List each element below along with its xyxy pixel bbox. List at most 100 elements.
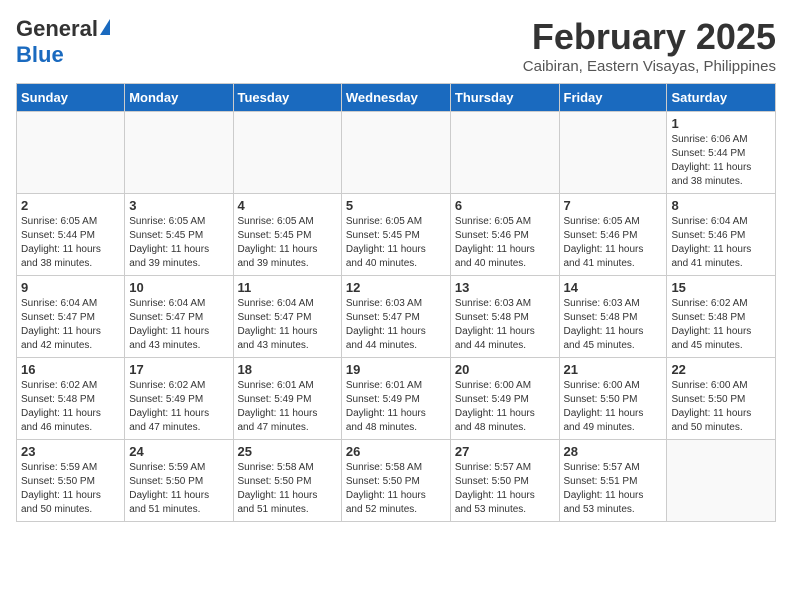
calendar-week-row: 9 Sunrise: 6:04 AMSunset: 5:47 PMDaylight… <box>17 276 776 358</box>
day-number: 21 <box>564 362 663 377</box>
day-info: Sunrise: 6:05 AMSunset: 5:44 PMDaylight:… <box>21 215 120 271</box>
day-number: 11 <box>238 280 337 295</box>
day-number: 18 <box>238 362 337 377</box>
day-number: 14 <box>564 280 663 295</box>
day-info: Sunrise: 6:02 AMSunset: 5:48 PMDaylight:… <box>671 297 771 353</box>
day-number: 6 <box>455 198 555 213</box>
day-info: Sunrise: 6:04 AMSunset: 5:47 PMDaylight:… <box>129 297 228 353</box>
logo: General Blue <box>16 16 110 68</box>
day-info: Sunrise: 6:05 AMSunset: 5:46 PMDaylight:… <box>455 215 555 271</box>
day-info: Sunrise: 6:03 AMSunset: 5:48 PMDaylight:… <box>455 297 555 353</box>
calendar-cell: 10 Sunrise: 6:04 AMSunset: 5:47 PMDayligh… <box>125 276 233 358</box>
calendar-week-row: 23 Sunrise: 5:59 AMSunset: 5:50 PMDayligh… <box>17 440 776 522</box>
day-number: 5 <box>346 198 446 213</box>
day-number: 24 <box>129 444 228 459</box>
calendar-cell: 24 Sunrise: 5:59 AMSunset: 5:50 PMDayligh… <box>125 440 233 522</box>
calendar-cell: 8Sunrise: 6:04 AMSunset: 5:46 PMDaylight… <box>667 194 776 276</box>
calendar-cell: 12Sunrise: 6:03 AMSunset: 5:47 PMDayligh… <box>341 276 450 358</box>
day-number: 23 <box>21 444 120 459</box>
calendar-cell <box>450 112 559 194</box>
calendar-cell <box>341 112 450 194</box>
calendar-cell: 23 Sunrise: 5:59 AMSunset: 5:50 PMDayligh… <box>17 440 125 522</box>
calendar-cell: 16 Sunrise: 6:02 AMSunset: 5:48 PMDayligh… <box>17 358 125 440</box>
calendar-cell: 2 Sunrise: 6:05 AMSunset: 5:44 PMDaylight… <box>17 194 125 276</box>
calendar-week-row: 16 Sunrise: 6:02 AMSunset: 5:48 PMDayligh… <box>17 358 776 440</box>
calendar-cell: 13 Sunrise: 6:03 AMSunset: 5:48 PMDayligh… <box>450 276 559 358</box>
day-info: Sunrise: 6:01 AMSunset: 5:49 PMDaylight:… <box>346 379 446 435</box>
day-info: Sunrise: 6:05 AMSunset: 5:46 PMDaylight:… <box>564 215 663 271</box>
day-info: Sunrise: 5:58 AMSunset: 5:50 PMDaylight:… <box>346 461 446 517</box>
day-number: 7 <box>564 198 663 213</box>
logo-blue-text: Blue <box>16 42 64 68</box>
day-info: Sunrise: 6:00 AMSunset: 5:50 PMDaylight:… <box>671 379 771 435</box>
day-number: 8 <box>671 198 771 213</box>
day-info: Sunrise: 6:00 AMSunset: 5:49 PMDaylight:… <box>455 379 555 435</box>
day-info: Sunrise: 6:06 AMSunset: 5:44 PMDaylight:… <box>671 133 771 189</box>
calendar-cell: 5Sunrise: 6:05 AMSunset: 5:45 PMDaylight… <box>341 194 450 276</box>
calendar-body: 1 Sunrise: 6:06 AMSunset: 5:44 PMDaylight… <box>17 112 776 522</box>
day-of-week-header: Friday <box>559 84 667 112</box>
day-of-week-header: Wednesday <box>341 84 450 112</box>
day-of-week-header: Sunday <box>17 84 125 112</box>
calendar-cell: 19 Sunrise: 6:01 AMSunset: 5:49 PMDayligh… <box>341 358 450 440</box>
day-of-week-header: Thursday <box>450 84 559 112</box>
calendar-cell: 3 Sunrise: 6:05 AMSunset: 5:45 PMDaylight… <box>125 194 233 276</box>
day-info: Sunrise: 5:59 AMSunset: 5:50 PMDaylight:… <box>21 461 120 517</box>
day-number: 22 <box>671 362 771 377</box>
day-number: 9 <box>21 280 120 295</box>
day-info: Sunrise: 6:02 AMSunset: 5:49 PMDaylight:… <box>129 379 228 435</box>
day-number: 26 <box>346 444 446 459</box>
day-number: 13 <box>455 280 555 295</box>
calendar-table: SundayMondayTuesdayWednesdayThursdayFrid… <box>16 83 776 522</box>
calendar-cell <box>125 112 233 194</box>
day-info: Sunrise: 6:00 AMSunset: 5:50 PMDaylight:… <box>564 379 663 435</box>
calendar-cell: 7 Sunrise: 6:05 AMSunset: 5:46 PMDaylight… <box>559 194 667 276</box>
day-number: 2 <box>21 198 120 213</box>
month-year-title: February 2025 <box>523 16 776 58</box>
calendar-header: SundayMondayTuesdayWednesdayThursdayFrid… <box>17 84 776 112</box>
title-section: February 2025 Caibiran, Eastern Visayas,… <box>523 16 776 75</box>
logo-general-text: General <box>16 16 98 42</box>
calendar-cell: 22 Sunrise: 6:00 AMSunset: 5:50 PMDayligh… <box>667 358 776 440</box>
calendar-cell: 9 Sunrise: 6:04 AMSunset: 5:47 PMDaylight… <box>17 276 125 358</box>
logo-triangle-icon <box>100 19 110 35</box>
day-info: Sunrise: 5:58 AMSunset: 5:50 PMDaylight:… <box>238 461 337 517</box>
calendar-cell: 1 Sunrise: 6:06 AMSunset: 5:44 PMDaylight… <box>667 112 776 194</box>
days-of-week-row: SundayMondayTuesdayWednesdayThursdayFrid… <box>17 84 776 112</box>
calendar-cell: 27Sunrise: 5:57 AMSunset: 5:50 PMDayligh… <box>450 440 559 522</box>
calendar-cell: 11 Sunrise: 6:04 AMSunset: 5:47 PMDayligh… <box>233 276 341 358</box>
day-number: 15 <box>671 280 771 295</box>
calendar-week-row: 1 Sunrise: 6:06 AMSunset: 5:44 PMDaylight… <box>17 112 776 194</box>
page-header: General Blue February 2025 Caibiran, Eas… <box>16 16 776 75</box>
calendar-cell: 21 Sunrise: 6:00 AMSunset: 5:50 PMDayligh… <box>559 358 667 440</box>
day-number: 25 <box>238 444 337 459</box>
calendar-cell: 17 Sunrise: 6:02 AMSunset: 5:49 PMDayligh… <box>125 358 233 440</box>
day-of-week-header: Tuesday <box>233 84 341 112</box>
day-number: 3 <box>129 198 228 213</box>
day-number: 4 <box>238 198 337 213</box>
day-info: Sunrise: 5:59 AMSunset: 5:50 PMDaylight:… <box>129 461 228 517</box>
day-info: Sunrise: 6:04 AMSunset: 5:47 PMDaylight:… <box>21 297 120 353</box>
day-number: 17 <box>129 362 228 377</box>
calendar-cell: 18Sunrise: 6:01 AMSunset: 5:49 PMDayligh… <box>233 358 341 440</box>
day-info: Sunrise: 6:02 AMSunset: 5:48 PMDaylight:… <box>21 379 120 435</box>
day-number: 16 <box>21 362 120 377</box>
calendar-cell <box>559 112 667 194</box>
day-number: 10 <box>129 280 228 295</box>
day-info: Sunrise: 6:05 AMSunset: 5:45 PMDaylight:… <box>238 215 337 271</box>
calendar-cell <box>233 112 341 194</box>
day-number: 28 <box>564 444 663 459</box>
calendar-cell: 6 Sunrise: 6:05 AMSunset: 5:46 PMDaylight… <box>450 194 559 276</box>
day-info: Sunrise: 6:04 AMSunset: 5:47 PMDaylight:… <box>238 297 337 353</box>
location-subtitle: Caibiran, Eastern Visayas, Philippines <box>523 58 776 75</box>
day-info: Sunrise: 6:03 AMSunset: 5:48 PMDaylight:… <box>564 297 663 353</box>
calendar-cell: 25 Sunrise: 5:58 AMSunset: 5:50 PMDayligh… <box>233 440 341 522</box>
calendar-cell: 28Sunrise: 5:57 AMSunset: 5:51 PMDayligh… <box>559 440 667 522</box>
calendar-cell: 26 Sunrise: 5:58 AMSunset: 5:50 PMDayligh… <box>341 440 450 522</box>
calendar-week-row: 2 Sunrise: 6:05 AMSunset: 5:44 PMDaylight… <box>17 194 776 276</box>
day-info: Sunrise: 5:57 AMSunset: 5:50 PMDaylight:… <box>455 461 555 517</box>
day-number: 19 <box>346 362 446 377</box>
day-info: Sunrise: 6:05 AMSunset: 5:45 PMDaylight:… <box>129 215 228 271</box>
day-number: 1 <box>671 116 771 131</box>
calendar-cell <box>17 112 125 194</box>
